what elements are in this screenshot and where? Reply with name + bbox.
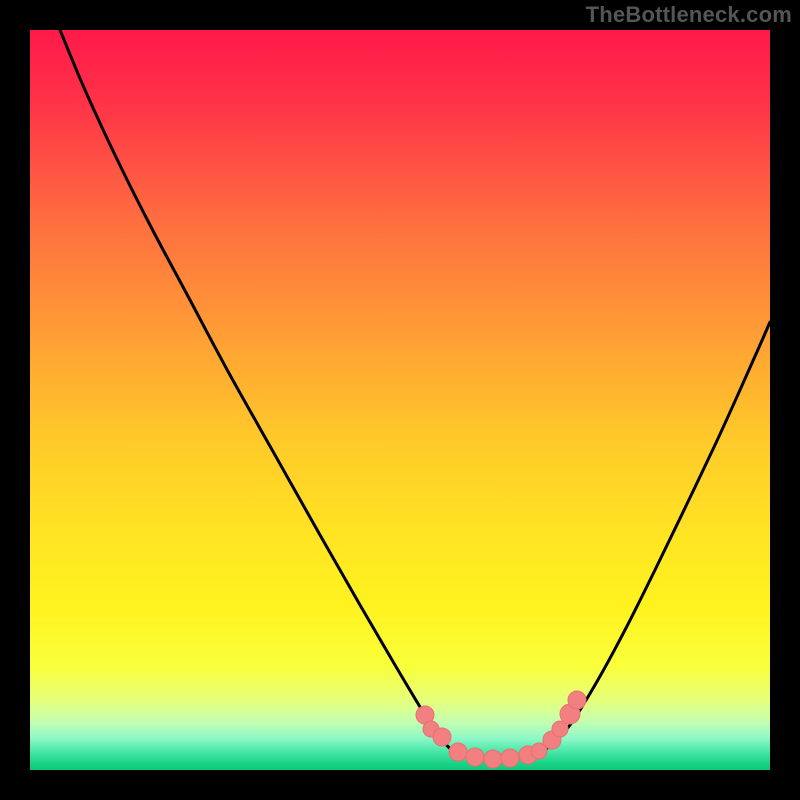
gradient-background: [30, 30, 770, 770]
highlight-dot: [568, 691, 586, 709]
highlight-dot: [501, 749, 519, 767]
highlight-dot: [449, 743, 467, 761]
bottleneck-chart: [30, 30, 770, 770]
watermark-text: TheBottleneck.com: [586, 2, 792, 28]
highlight-dot: [466, 748, 484, 766]
chart-frame: [30, 30, 770, 770]
highlight-dot: [484, 750, 502, 768]
highlight-dot: [433, 728, 451, 746]
